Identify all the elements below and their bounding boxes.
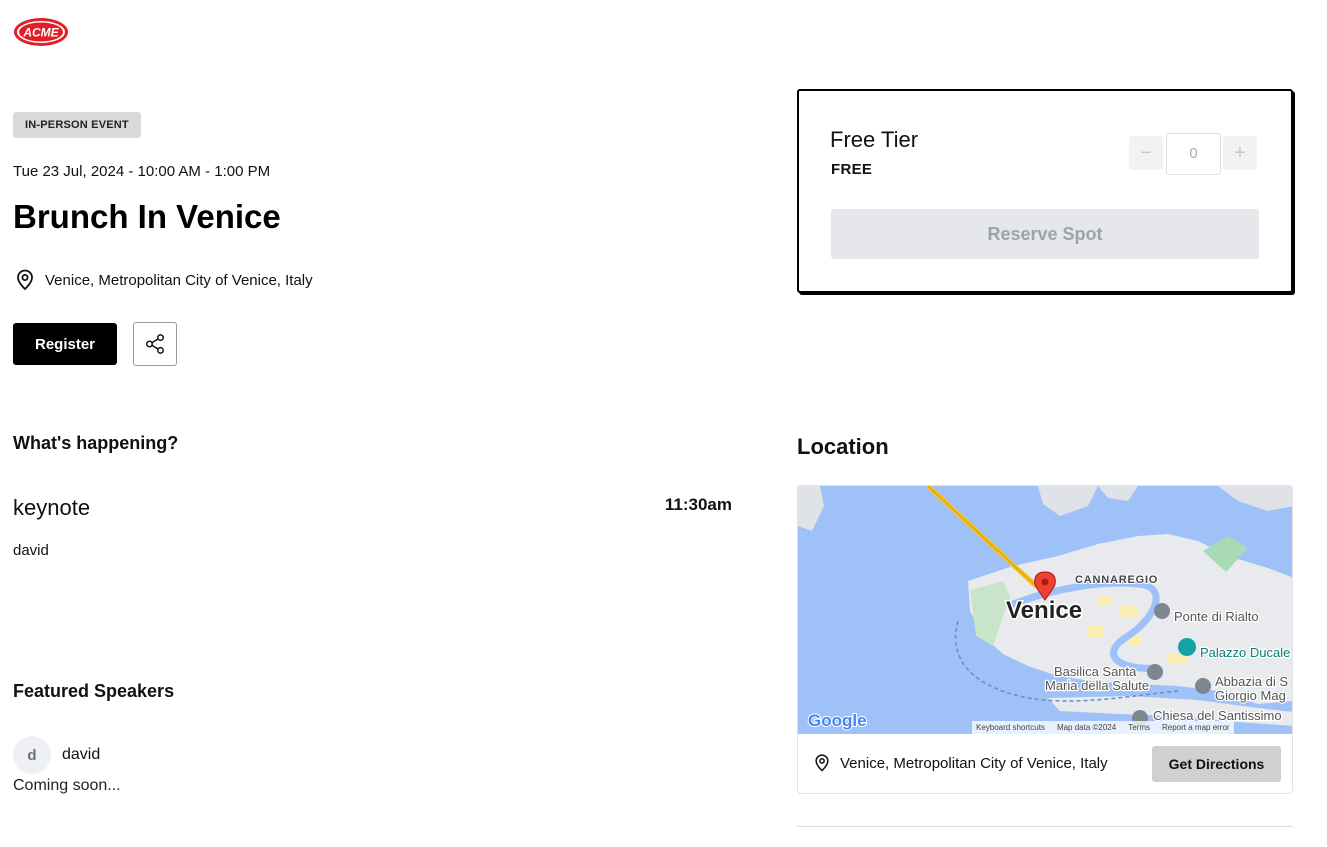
ticket-card: Free Tier FREE − 0 + Reserve Spot xyxy=(797,89,1293,293)
increment-button[interactable]: + xyxy=(1223,136,1257,170)
map-place-abbazia-line1: Abbazia di S xyxy=(1215,674,1288,689)
map-card: Venice CANNAREGIO Ponte di Rialto Palazz… xyxy=(797,485,1293,794)
divider xyxy=(797,826,1293,827)
share-button[interactable] xyxy=(133,322,177,366)
map-footer: Venice, Metropolitan City of Venice, Ita… xyxy=(798,734,1292,793)
share-icon xyxy=(146,334,164,354)
session-time: 11:30am xyxy=(664,495,732,514)
event-type-badge: IN-PERSON EVENT xyxy=(13,112,141,138)
map-data-text: Map data ©2024 xyxy=(1056,723,1117,732)
location-heading: Location xyxy=(797,434,889,459)
event-datetime: Tue 23 Jul, 2024 - 10:00 AM - 1:00 PM xyxy=(13,163,271,180)
map-place-abbazia-line2: Giorgio Mag xyxy=(1215,688,1286,703)
map-place-basilica-line1: Basilica Santa xyxy=(1054,664,1137,679)
location-pin-icon xyxy=(815,754,829,772)
terms-link[interactable]: Terms xyxy=(1128,723,1150,732)
google-logo: Google xyxy=(808,711,867,730)
decrement-button[interactable]: − xyxy=(1129,136,1163,170)
keyboard-shortcuts-link[interactable]: Keyboard shortcuts xyxy=(976,723,1045,732)
ticket-price: FREE xyxy=(831,161,873,178)
map-place-basilica-line2: Maria della Salute xyxy=(1045,678,1149,693)
venice-map[interactable]: Venice CANNAREGIO Ponte di Rialto Palazz… xyxy=(798,486,1293,734)
map-place-palazzo-ducale: Palazzo Ducale xyxy=(1200,645,1290,660)
register-button[interactable]: Register xyxy=(13,323,117,365)
map-address: Venice, Metropolitan City of Venice, Ita… xyxy=(812,753,1108,773)
map-attribution: Keyboard shortcuts Map data ©2024 Terms … xyxy=(972,721,1234,734)
get-directions-button[interactable]: Get Directions xyxy=(1152,746,1281,782)
acme-logo: ACME xyxy=(14,18,68,46)
location-pin-icon xyxy=(17,269,33,291)
agenda-heading: What's happening? xyxy=(13,433,179,453)
session-title: keynote xyxy=(13,495,91,520)
event-address-text: Venice, Metropolitan City of Venice, Ita… xyxy=(45,271,313,289)
quantity-input[interactable]: 0 xyxy=(1166,133,1221,175)
reserve-spot-button[interactable]: Reserve Spot xyxy=(831,209,1259,259)
map-place-rialto: Ponte di Rialto xyxy=(1174,609,1259,624)
session-speaker: david xyxy=(13,542,49,559)
event-address: Venice, Metropolitan City of Venice, Ita… xyxy=(13,268,313,292)
map-city-label: Venice xyxy=(1006,597,1082,624)
avatar: d xyxy=(13,736,51,774)
map-address-text: Venice, Metropolitan City of Venice, Ita… xyxy=(840,754,1108,772)
speakers-heading: Featured Speakers xyxy=(13,681,175,701)
speaker-name: david xyxy=(62,746,101,763)
event-title: Brunch In Venice xyxy=(13,198,281,235)
svg-text:ACME: ACME xyxy=(22,26,59,40)
report-map-error-link[interactable]: Report a map error xyxy=(1162,723,1230,732)
ticket-tier-name: Free Tier xyxy=(830,127,919,152)
map-district-label: CANNAREGIO xyxy=(1075,574,1158,586)
speaker-bio: Coming soon... xyxy=(13,777,121,794)
